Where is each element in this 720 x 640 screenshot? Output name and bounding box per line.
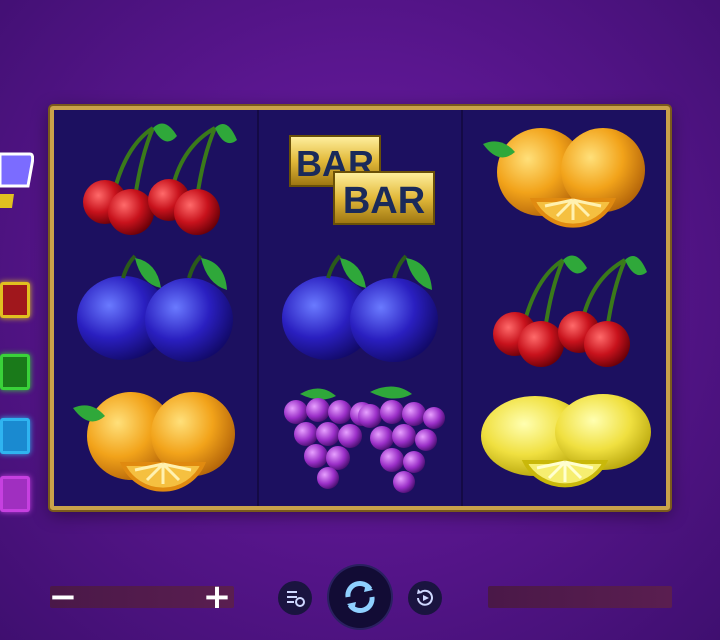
reels: BAR BAR <box>54 110 666 506</box>
spin-arrows-icon <box>345 581 375 613</box>
win-display <box>488 586 672 608</box>
side-logo-fragment <box>0 152 34 208</box>
reel-3-row-2 <box>463 242 666 374</box>
paytable-settings-icon <box>287 591 305 607</box>
reel-1-row-1 <box>54 110 257 242</box>
autoplay-button[interactable] <box>408 581 442 615</box>
reel-3 <box>461 110 666 506</box>
double-plum-icon <box>65 248 245 368</box>
double-plum-icon <box>270 248 450 368</box>
reel-2-row-1: BAR BAR <box>259 110 462 242</box>
reel-2-row-2 <box>259 242 462 374</box>
side-button-2[interactable] <box>0 354 30 390</box>
reel-1-row-2 <box>54 242 257 374</box>
reel-2: BAR BAR <box>256 110 462 506</box>
reel-frame: BAR BAR <box>50 106 670 510</box>
reel-1-row-3 <box>54 374 257 506</box>
autoplay-icon <box>417 589 433 606</box>
reel-3-row-3 <box>463 374 666 506</box>
slot-game-screen: { "reels": [ ["double-cherry", "double-p… <box>0 0 720 640</box>
bar-text-front: BAR <box>343 180 425 222</box>
bet-increase-button[interactable]: + <box>200 580 234 614</box>
side-button-4[interactable] <box>0 476 30 512</box>
spin-button[interactable] <box>329 566 391 628</box>
double-lemon-icon <box>475 380 655 500</box>
reel-1 <box>54 110 257 506</box>
control-bar: − + <box>0 560 720 630</box>
double-orange-icon <box>65 380 245 500</box>
double-grapes-icon <box>270 380 450 500</box>
double-orange-icon <box>475 116 655 236</box>
side-button-1[interactable] <box>0 282 30 318</box>
double-cherry-icon <box>475 248 655 368</box>
double-cherry-icon <box>65 116 245 236</box>
reel-2-row-3 <box>259 374 462 506</box>
bet-decrease-button[interactable]: − <box>46 580 80 614</box>
double-bar-icon: BAR BAR <box>289 135 435 225</box>
side-button-3[interactable] <box>0 418 30 454</box>
reel-3-row-1 <box>463 110 666 242</box>
paytable-button[interactable] <box>278 581 312 615</box>
